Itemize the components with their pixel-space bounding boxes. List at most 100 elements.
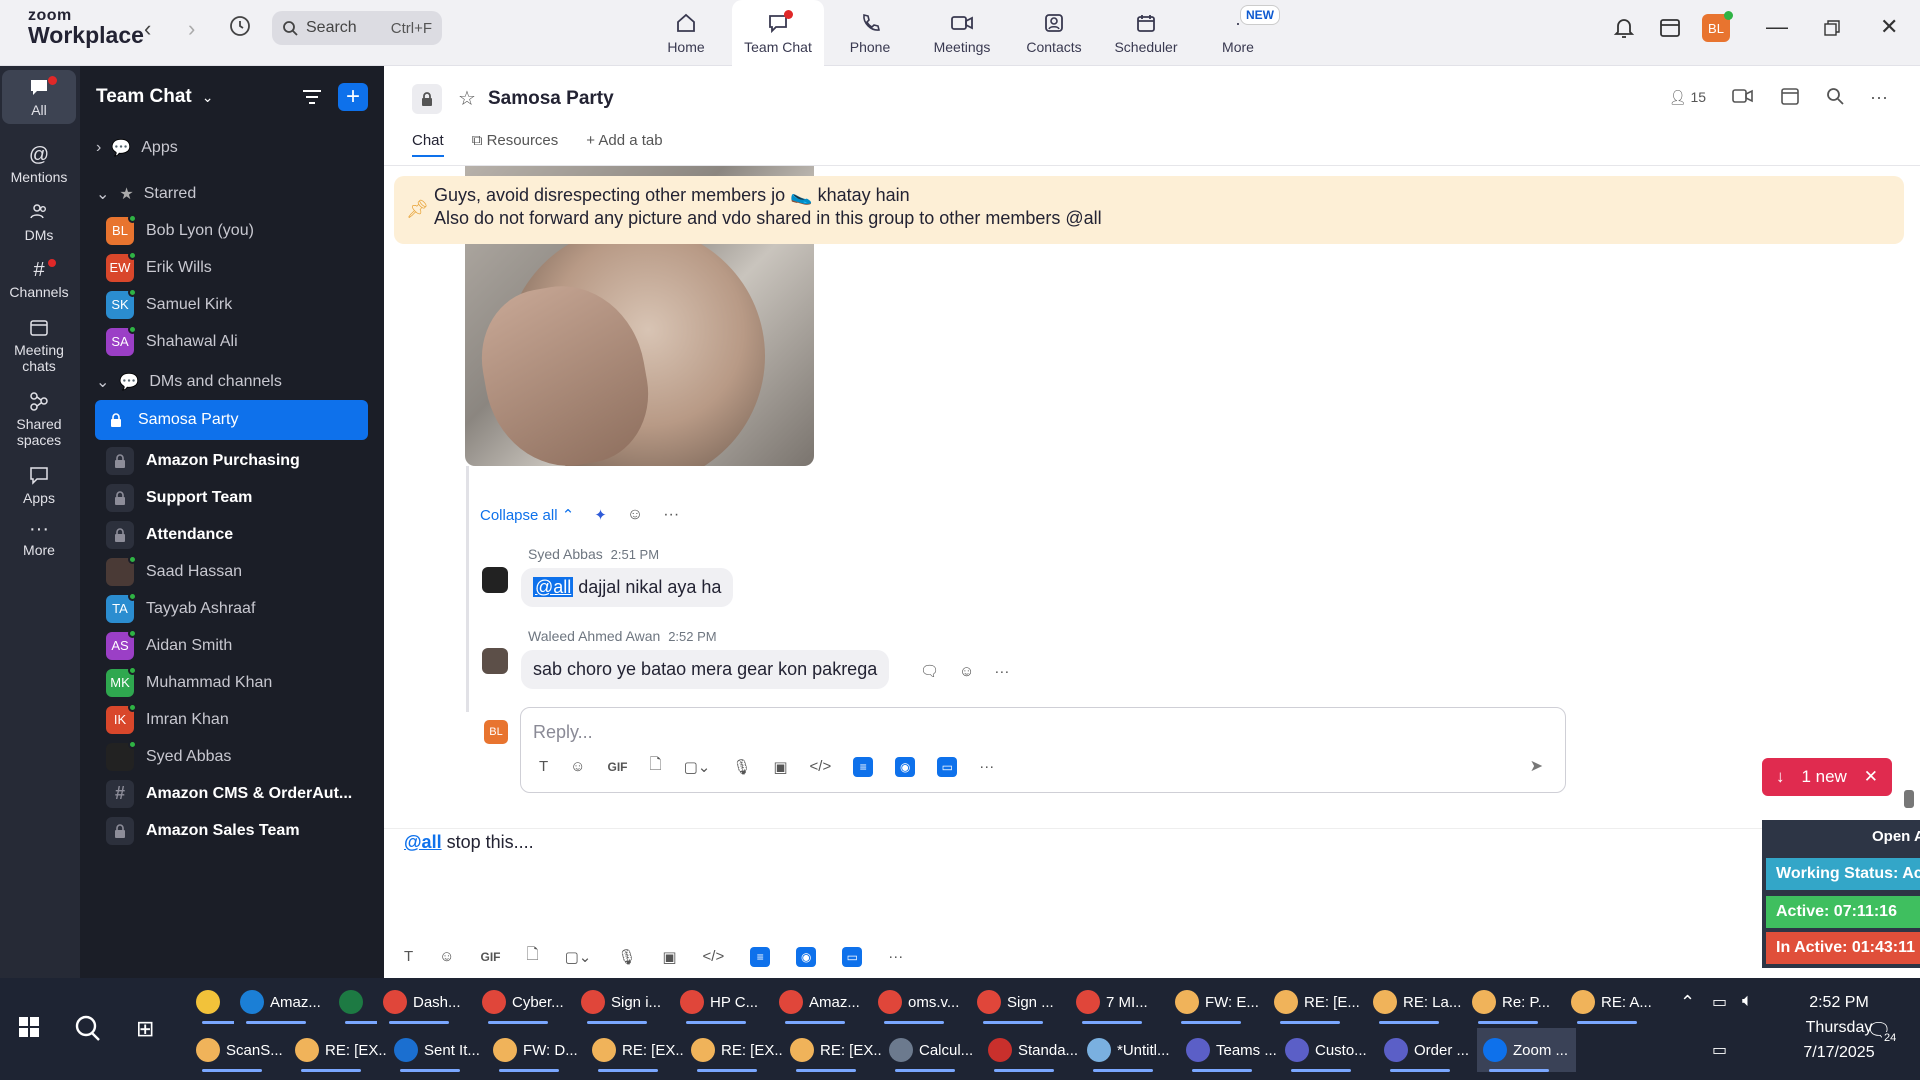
video-message-icon[interactable]: ▣ — [662, 948, 676, 966]
close-icon[interactable]: ✕ — [1864, 767, 1878, 787]
taskbar-app[interactable] — [333, 980, 377, 1024]
ai-sparkle-icon[interactable]: ✦ — [594, 506, 607, 524]
taskbar-app[interactable]: RE: [EX... — [586, 1028, 685, 1072]
sidebar-item-selected[interactable]: Samosa Party — [95, 400, 368, 440]
code-icon[interactable]: </> — [703, 948, 725, 965]
rail-shared-spaces[interactable]: Shared spaces — [0, 384, 78, 448]
compose-input[interactable]: @all stop this.... — [404, 832, 534, 853]
avatar[interactable] — [482, 567, 508, 593]
taskbar-app[interactable]: Calcul... — [883, 1028, 982, 1072]
members-button[interactable]: 👤︎ 15 — [1669, 89, 1706, 106]
rail-dms[interactable]: DMs — [0, 195, 78, 243]
tab-add[interactable]: + Add a tab — [586, 132, 662, 157]
new-chat-button[interactable]: + — [338, 83, 368, 111]
reply-thread-icon[interactable]: 🗨︎ — [920, 662, 939, 680]
taskbar-app[interactable]: HP C... — [674, 980, 773, 1024]
file-icon[interactable]: 🗋︎ — [650, 754, 662, 779]
app-integration-icon[interactable]: ≡ — [853, 756, 874, 777]
more-options-icon[interactable]: ··· — [1870, 87, 1888, 108]
taskbar-app[interactable]: RE: [E... — [1268, 980, 1367, 1024]
sidebar-item[interactable]: IK Imran Khan — [80, 701, 384, 738]
sidebar-item[interactable]: Attendance — [80, 516, 384, 553]
more-options-icon[interactable]: ··· — [994, 663, 1009, 680]
taskbar-app[interactable]: Sent It... — [388, 1028, 487, 1072]
mention-all[interactable]: @all — [533, 577, 574, 597]
tray-chevron-icon[interactable]: ⌃ — [1680, 992, 1695, 1013]
taskbar-app[interactable]: Teams ... — [1180, 1028, 1279, 1072]
taskbar-app[interactable]: RE: [EX... — [289, 1028, 388, 1072]
sidebar-item[interactable]: AS Aidan Smith — [80, 627, 384, 664]
bell-icon[interactable] — [1613, 16, 1635, 45]
taskbar-app[interactable]: ScanS... — [190, 1028, 289, 1072]
sidebar-item-starred[interactable]: SA Shahawal Ali — [80, 323, 384, 360]
calendar-icon[interactable] — [1780, 86, 1800, 109]
microphone-icon[interactable]: 🎙︎ — [617, 948, 636, 966]
emoji-icon[interactable]: ☺ — [439, 948, 454, 965]
battery-icon[interactable]: ▭ — [1712, 992, 1727, 1012]
taskbar-app[interactable]: RE: A... — [1565, 980, 1664, 1024]
taskbar-app[interactable]: FW: D... — [487, 1028, 586, 1072]
speaker-icon[interactable]: 🔈︎ — [1742, 990, 1753, 1011]
rail-all[interactable]: All — [2, 70, 76, 124]
emoji-icon[interactable]: ☺ — [570, 758, 585, 775]
star-icon[interactable]: ☆ — [458, 86, 476, 111]
taskbar-app[interactable]: Amaz... — [773, 980, 872, 1024]
close-icon[interactable]: ✕ — [1880, 14, 1898, 40]
tab-scheduler[interactable]: Scheduler — [1100, 0, 1192, 66]
open-app-button[interactable]: Open A — [1872, 828, 1920, 845]
taskbar-app[interactable]: Sign ... — [971, 980, 1070, 1024]
sidebar-title[interactable]: Team Chat — [96, 86, 192, 108]
video-message-icon[interactable]: ▣ — [773, 758, 787, 776]
notification-center-icon[interactable]: 🗨︎ 24 — [1866, 1018, 1899, 1044]
avatar[interactable] — [482, 648, 508, 674]
history-icon[interactable] — [228, 14, 252, 43]
sidebar-item[interactable]: Support Team — [80, 479, 384, 516]
taskbar-app[interactable]: Custo... — [1279, 1028, 1378, 1072]
tab-home[interactable]: Home — [640, 0, 732, 66]
app-integration-icon[interactable]: ≡ — [750, 946, 771, 967]
app-integration-icon[interactable]: ◉ — [895, 756, 916, 777]
app-integration-icon[interactable]: ◉ — [796, 946, 817, 967]
section-starred[interactable]: ⌄ ★ Starred — [80, 176, 384, 212]
reply-input[interactable]: Reply... T ☺ GIF 🗋︎ ▢⌄ 🎙︎ ▣ </> ≡ ◉ ▭ ··… — [520, 707, 1566, 793]
more-options-icon[interactable]: ··· — [979, 758, 994, 775]
section-apps[interactable]: › 💬 Apps — [80, 130, 384, 166]
sidebar-item-starred[interactable]: SK Samuel Kirk — [80, 286, 384, 323]
taskbar-app[interactable]: *Untitl... — [1081, 1028, 1180, 1072]
compose-mention[interactable]: @all — [404, 832, 442, 852]
taskbar-app[interactable]: RE: La... — [1367, 980, 1466, 1024]
microphone-icon[interactable]: 🎙︎ — [732, 758, 751, 776]
tab-chat[interactable]: Chat — [412, 132, 444, 157]
channel-name[interactable]: Samosa Party — [488, 88, 614, 110]
sidebar-item-starred[interactable]: EW Erik Wills — [80, 249, 384, 286]
tab-team-chat[interactable]: Team Chat — [732, 0, 824, 66]
new-messages-button[interactable]: ↓ 1 new ✕ — [1762, 758, 1892, 796]
message-bubble[interactable]: @all dajjal nikal aya ha — [521, 568, 734, 607]
gif-icon[interactable]: GIF — [481, 950, 501, 964]
search-icon[interactable] — [1826, 87, 1844, 108]
file-icon[interactable]: 🗋︎ — [527, 944, 539, 969]
taskbar-app[interactable]: Order ... — [1378, 1028, 1477, 1072]
video-call-icon[interactable] — [1732, 88, 1754, 107]
tab-phone[interactable]: Phone — [824, 0, 916, 66]
task-view-icon[interactable]: ⊞ — [136, 1016, 154, 1042]
message-bubble[interactable]: sab choro ye batao mera gear kon pakrega — [521, 650, 890, 689]
taskbar-app[interactable]: oms.v... — [872, 980, 971, 1024]
taskbar-app[interactable]: Zoom ... — [1477, 1028, 1576, 1072]
taskbar-app[interactable]: Amaz... — [234, 980, 333, 1024]
send-icon[interactable]: ➤ — [1530, 756, 1543, 776]
sidebar-item[interactable]: Amazon Sales Team — [80, 812, 384, 849]
section-dms-channels[interactable]: ⌄ 💬 DMs and channels — [80, 364, 384, 400]
screenshot-icon[interactable]: ▢⌄ — [684, 758, 711, 776]
app-integration-icon[interactable]: ▭ — [842, 946, 863, 967]
taskbar-app[interactable]: 7 MI... — [1070, 980, 1169, 1024]
gif-icon[interactable]: GIF — [608, 760, 628, 774]
sidebar-item[interactable]: MK Muhammad Khan — [80, 664, 384, 701]
emoji-reaction-icon[interactable]: ☺ — [627, 506, 643, 524]
rail-channels[interactable]: # Channels — [0, 253, 78, 300]
taskbar-app[interactable] — [190, 980, 234, 1024]
message-author[interactable]: Waleed Ahmed Awan — [528, 628, 660, 644]
network-icon[interactable]: ▭ — [1712, 1040, 1727, 1060]
scrollbar-thumb[interactable] — [1904, 790, 1914, 808]
taskbar-app[interactable]: Sign i... — [575, 980, 674, 1024]
